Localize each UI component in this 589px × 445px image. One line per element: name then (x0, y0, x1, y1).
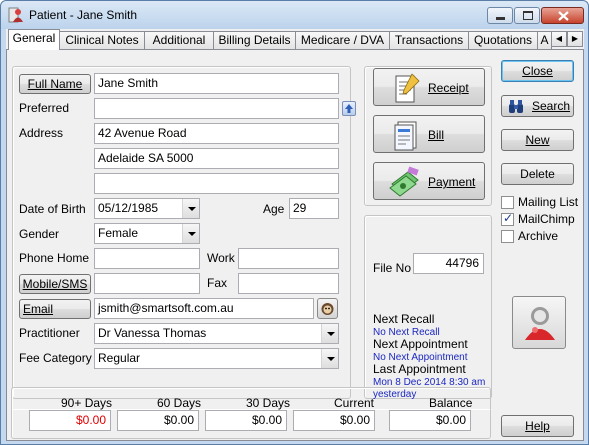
file-no-field[interactable]: 44796 (413, 253, 484, 274)
patient-photo-button[interactable] (512, 296, 566, 349)
balance-90-field: $0.00 (29, 410, 111, 431)
fax-label: Fax (207, 276, 228, 290)
tab-truncated[interactable]: A (537, 31, 552, 49)
address-line3-field[interactable] (94, 173, 339, 194)
preferred-label: Preferred (19, 101, 70, 115)
full-name-field[interactable]: Jane Smith (94, 73, 339, 94)
tab-additional[interactable]: Additional (144, 31, 214, 49)
dob-field[interactable]: 05/12/1985 (94, 198, 200, 219)
close-icon (558, 11, 569, 21)
mailing-list-label: Mailing List (518, 195, 579, 209)
mailchimp-label: MailChimp (518, 212, 575, 226)
address-label: Address (19, 126, 64, 140)
fee-category-dropdown-button[interactable] (321, 349, 338, 368)
address-line1-field[interactable]: 42 Avenue Road (94, 123, 339, 144)
delete-button[interactable]: Delete (501, 163, 574, 185)
mailchimp-lookup-button[interactable] (317, 298, 338, 319)
payment-icon (389, 166, 419, 197)
tab-strip: General Clinical Notes Additional Billin… (6, 29, 584, 50)
title-bar: Patient - Jane Smith (1, 1, 588, 29)
balance-current-field: $0.00 (293, 410, 375, 431)
dob-dropdown-button[interactable] (182, 199, 199, 218)
new-button[interactable]: New (501, 129, 574, 151)
balance-30-field: $0.00 (205, 410, 287, 431)
practitioner-select[interactable]: Dr Vanessa Thomas (94, 323, 339, 344)
patient-photo-icon (525, 307, 555, 340)
binoculars-icon (509, 100, 523, 113)
balance-30-label: 30 Days (246, 396, 291, 410)
copy-up-button[interactable] (342, 101, 356, 116)
general-tab-page: Full Name Jane Smith Preferred Address 4… (6, 49, 584, 441)
bill-icon (394, 121, 417, 151)
maximize-button[interactable] (514, 7, 540, 24)
bill-button[interactable]: Bill (373, 115, 485, 153)
archive-label: Archive (518, 229, 559, 243)
close-window-button[interactable] (541, 7, 584, 24)
client-area: General Clinical Notes Additional Billin… (6, 29, 584, 441)
work-phone-field[interactable] (238, 248, 339, 269)
practitioner-label: Practitioner (19, 326, 80, 340)
search-button[interactable]: Search (501, 95, 574, 117)
email-button[interactable]: Email (19, 299, 91, 319)
receipt-icon (395, 73, 420, 103)
tab-scroll-left-button[interactable]: ◀ (551, 31, 567, 47)
age-field[interactable]: 29 (289, 198, 339, 219)
mailchimp-checkbox[interactable] (501, 211, 514, 226)
receipt-button[interactable]: Receipt (373, 68, 485, 106)
practitioner-dropdown-button[interactable] (321, 324, 338, 343)
tab-billing-details[interactable]: Billing Details (213, 31, 296, 49)
age-label: Age (263, 202, 285, 216)
arrow-up-icon (345, 104, 353, 113)
balance-total-label: Balance (429, 396, 473, 410)
payment-label: Payment (428, 175, 476, 189)
bill-label: Bill (428, 128, 445, 142)
tab-general[interactable]: General (8, 29, 60, 50)
work-label: Work (207, 251, 235, 265)
gender-dropdown-button[interactable] (182, 224, 199, 243)
balance-total-field: $0.00 (389, 410, 471, 431)
tab-transactions[interactable]: Transactions (389, 31, 469, 49)
address-line2-field[interactable]: Adelaide SA 5000 (94, 148, 339, 169)
gender-label: Gender (19, 227, 60, 241)
help-button[interactable]: Help (501, 415, 574, 437)
phone-home-label: Phone Home (19, 251, 90, 265)
balance-60-field: $0.00 (117, 410, 199, 431)
next-recall-label: Next Recall (373, 312, 435, 326)
mobile-sms-button[interactable]: Mobile/SMS (19, 274, 91, 294)
phone-home-field[interactable] (94, 248, 200, 269)
tab-quotations[interactable]: Quotations (468, 31, 538, 49)
mailchimp-icon (321, 303, 334, 315)
email-field[interactable]: jsmith@smartsoft.com.au (94, 298, 314, 319)
window-title: Patient - Jane Smith (29, 8, 138, 22)
balance-current-label: Current (334, 396, 375, 410)
file-no-label: File No (373, 261, 412, 275)
balance-90-label: 90+ Days (61, 396, 113, 410)
last-appointment-label: Last Appointment (373, 362, 466, 376)
next-appointment-label: Next Appointment (373, 337, 468, 351)
minimize-button[interactable] (487, 7, 513, 24)
gender-select[interactable]: Female (94, 223, 200, 244)
close-button[interactable]: Close (501, 60, 574, 82)
fee-category-select[interactable]: Regular (94, 348, 339, 369)
patient-icon (8, 7, 23, 23)
archive-checkbox[interactable] (501, 230, 514, 243)
fax-field[interactable] (238, 273, 339, 294)
receipt-label: Receipt (428, 81, 469, 95)
fee-category-label: Fee Category (19, 351, 92, 365)
balance-60-label: 60 Days (157, 396, 202, 410)
mailing-list-checkbox[interactable] (501, 196, 514, 209)
tab-scroll-right-button[interactable]: ▶ (567, 31, 583, 47)
tab-clinical-notes[interactable]: Clinical Notes (59, 31, 145, 49)
payment-button[interactable]: Payment (373, 162, 485, 200)
full-name-button[interactable]: Full Name (19, 74, 91, 94)
tab-medicare-dva[interactable]: Medicare / DVA (295, 31, 390, 49)
patient-window: Patient - Jane Smith General Clinical No… (0, 0, 589, 445)
dob-label: Date of Birth (19, 202, 86, 216)
mobile-field[interactable] (94, 273, 200, 294)
preferred-field[interactable] (94, 98, 339, 119)
